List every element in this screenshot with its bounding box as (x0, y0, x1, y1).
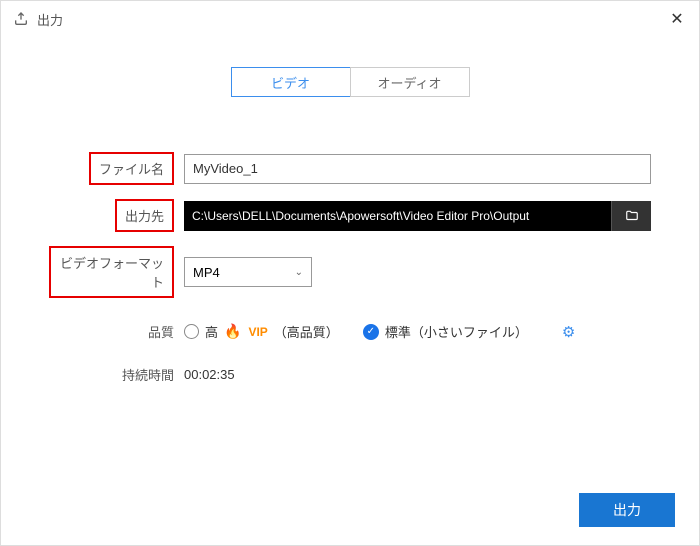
tab-video[interactable]: ビデオ (231, 67, 351, 97)
browse-button[interactable] (611, 201, 651, 231)
row-quality: 品質 高 🔥 VIP （高品質） ✓ 標準（小さいファイル） ⚙ (49, 322, 651, 341)
quality-standard-option[interactable]: ✓ 標準（小さいファイル） (363, 322, 528, 341)
field-format: MP4 ⌄ (184, 257, 651, 287)
footer: 出力 (579, 493, 675, 527)
row-filename: ファイル名 (49, 152, 651, 185)
title-left: 出力 (13, 10, 63, 29)
quality-standard-label: 標準（小さいファイル） (385, 322, 528, 341)
label-format: ビデオフォーマット (49, 246, 174, 298)
row-duration: 持続時間 00:02:35 (49, 365, 651, 384)
close-button[interactable]: ✕ (667, 9, 687, 29)
label-format-wrap: ビデオフォーマット (49, 246, 184, 298)
export-form: ファイル名 出力先 C:\Users\DELL\Documents\Apower… (1, 152, 699, 384)
quality-high-label: 高 (205, 322, 218, 341)
label-filename: ファイル名 (89, 152, 174, 185)
export-button[interactable]: 出力 (579, 493, 675, 527)
field-quality: 高 🔥 VIP （高品質） ✓ 標準（小さいファイル） ⚙ (184, 322, 651, 341)
quality-high-option[interactable]: 高 🔥 VIP （高品質） (184, 322, 339, 341)
label-outputdir-wrap: 出力先 (49, 199, 184, 232)
title-bar: 出力 ✕ (1, 1, 699, 37)
vip-badge: VIP (248, 325, 267, 339)
radio-checked-icon: ✓ (363, 324, 379, 340)
tab-audio[interactable]: オーディオ (350, 67, 470, 97)
export-icon (13, 11, 29, 27)
outputdir-display: C:\Users\DELL\Documents\Apowersoft\Video… (184, 201, 611, 231)
tab-bar: ビデオ オーディオ (1, 67, 699, 97)
label-duration: 持続時間 (49, 365, 184, 384)
row-outputdir: 出力先 C:\Users\DELL\Documents\Apowersoft\V… (49, 199, 651, 232)
quality-high-suffix: （高品質） (274, 322, 339, 341)
field-duration: 00:02:35 (184, 367, 651, 382)
gear-icon: ⚙ (562, 324, 575, 341)
row-format: ビデオフォーマット MP4 ⌄ (49, 246, 651, 298)
label-filename-wrap: ファイル名 (49, 152, 184, 185)
filename-input[interactable] (184, 154, 651, 184)
chevron-down-icon: ⌄ (295, 267, 303, 278)
label-outputdir: 出力先 (115, 199, 174, 232)
window-title: 出力 (37, 10, 63, 29)
label-quality: 品質 (49, 322, 184, 341)
radio-unchecked-icon (184, 324, 199, 339)
format-select[interactable]: MP4 ⌄ (184, 257, 312, 287)
settings-button[interactable]: ⚙ (562, 323, 575, 341)
duration-value: 00:02:35 (184, 367, 235, 382)
fire-icon: 🔥 (224, 323, 241, 340)
field-filename (184, 154, 651, 184)
format-value: MP4 (193, 265, 220, 280)
close-icon: ✕ (670, 11, 683, 28)
field-outputdir: C:\Users\DELL\Documents\Apowersoft\Video… (184, 201, 651, 231)
folder-icon (624, 209, 640, 223)
